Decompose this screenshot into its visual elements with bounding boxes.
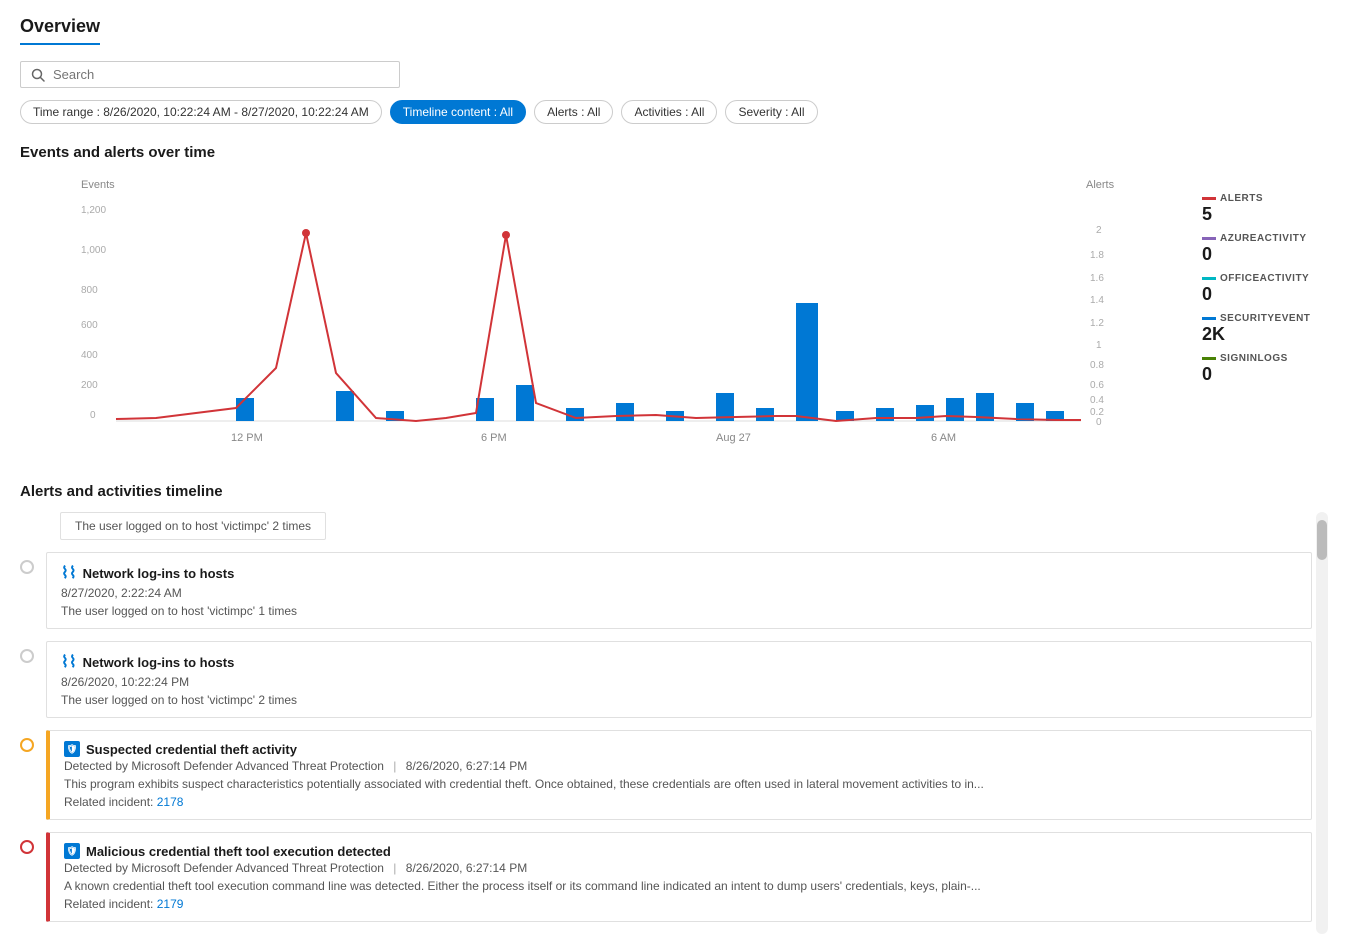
card-title-1: ⌇⌇ Network log-ins to hosts <box>61 563 1297 583</box>
page-title: Overview <box>20 16 100 45</box>
legend-office-activity: OFFICEACTIVITY 0 <box>1202 273 1332 305</box>
svg-text:800: 800 <box>81 285 98 296</box>
timeline-dot-4 <box>20 840 34 854</box>
timeline-dot-3 <box>20 738 34 752</box>
card-related-4: Related incident: 2179 <box>64 897 1297 911</box>
timeline-item-4: 🛡 Malicious credential theft tool execut… <box>20 832 1312 934</box>
svg-text:400: 400 <box>81 350 98 361</box>
svg-text:600: 600 <box>81 320 98 331</box>
timeline-list-container: The user logged on to host 'victimpc' 2 … <box>20 512 1312 934</box>
card-datetime-2: 8/26/2020, 10:22:24 PM <box>61 675 1297 689</box>
svg-text:Events: Events <box>81 179 115 191</box>
timeline-title: Alerts and activities timeline <box>20 483 1332 500</box>
svg-text:0: 0 <box>1096 417 1102 428</box>
svg-text:0: 0 <box>90 410 96 421</box>
legend-signin-logs: SIGNINLOGS 0 <box>1202 353 1332 385</box>
chart-svg: Events 1,200 1,000 800 600 400 200 0 Ale… <box>20 173 1182 453</box>
filter-time-range[interactable]: Time range : 8/26/2020, 10:22:24 AM - 8/… <box>20 100 382 124</box>
svg-text:1.4: 1.4 <box>1090 295 1104 306</box>
timeline-card-2[interactable]: ⌇⌇ Network log-ins to hosts 8/26/2020, 1… <box>46 641 1312 718</box>
legend-azure-activity: AZUREACTIVITY 0 <box>1202 233 1332 265</box>
filters-row: Time range : 8/26/2020, 10:22:24 AM - 8/… <box>20 100 1332 124</box>
search-input-wrapper <box>20 61 400 88</box>
timeline-card-4[interactable]: 🛡 Malicious credential theft tool execut… <box>46 832 1312 922</box>
filter-alerts[interactable]: Alerts : All <box>534 100 613 124</box>
activity-icon-1: ⌇⌇ <box>61 563 77 583</box>
chart-section: Events and alerts over time Events 1,200… <box>20 144 1332 453</box>
timeline-partial-item: The user logged on to host 'victimpc' 2 … <box>60 512 326 540</box>
related-incident-link-3[interactable]: 2178 <box>157 795 184 809</box>
svg-text:2: 2 <box>1096 225 1102 236</box>
timeline-dot-2 <box>20 649 34 663</box>
svg-text:0.4: 0.4 <box>1090 395 1104 406</box>
chart-title: Events and alerts over time <box>20 144 1332 161</box>
svg-text:1: 1 <box>1096 340 1102 351</box>
card-desc-3: This program exhibits suspect characteri… <box>64 777 1297 791</box>
scrollbar-area <box>1316 512 1332 934</box>
card-desc-1: The user logged on to host 'victimpc' 1 … <box>61 604 1297 618</box>
svg-text:1,200: 1,200 <box>81 205 106 216</box>
svg-text:6 AM: 6 AM <box>931 432 956 444</box>
card-title-2: ⌇⌇ Network log-ins to hosts <box>61 652 1297 672</box>
related-incident-link-4[interactable]: 2179 <box>157 897 184 911</box>
filter-timeline-content[interactable]: Timeline content : All <box>390 100 526 124</box>
card-datetime-1: 8/27/2020, 2:22:24 AM <box>61 586 1297 600</box>
svg-text:Aug 27: Aug 27 <box>716 432 751 444</box>
timeline-card-3[interactable]: 🛡 Suspected credential theft activity De… <box>46 730 1312 820</box>
timeline-section: Alerts and activities timeline The user … <box>20 483 1332 934</box>
legend-security-event: SECURITYEVENT 2K <box>1202 313 1332 345</box>
page-container: Overview Time range : 8/26/2020, 10:22:2… <box>0 0 1352 950</box>
scrollbar-thumb[interactable] <box>1317 520 1327 560</box>
timeline-partial-wrapper: The user logged on to host 'victimpc' 2 … <box>20 512 1312 552</box>
shield-icon-3: 🛡 <box>64 741 80 757</box>
svg-text:0.8: 0.8 <box>1090 360 1104 371</box>
search-icon <box>31 68 45 82</box>
card-meta-3: Detected by Microsoft Defender Advanced … <box>64 759 1297 773</box>
svg-text:1,000: 1,000 <box>81 245 106 256</box>
timeline-item-2: ⌇⌇ Network log-ins to hosts 8/26/2020, 1… <box>20 641 1312 730</box>
svg-text:0.6: 0.6 <box>1090 380 1104 391</box>
svg-text:1.8: 1.8 <box>1090 250 1104 261</box>
svg-text:12 PM: 12 PM <box>231 432 263 444</box>
timeline-card-1[interactable]: ⌇⌇ Network log-ins to hosts 8/27/2020, 2… <box>46 552 1312 629</box>
timeline-item-3: 🛡 Suspected credential theft activity De… <box>20 730 1312 832</box>
card-related-3: Related incident: 2178 <box>64 795 1297 809</box>
shield-icon-4: 🛡 <box>64 843 80 859</box>
search-bar <box>20 61 1332 88</box>
filter-severity[interactable]: Severity : All <box>725 100 817 124</box>
svg-text:Alerts: Alerts <box>1086 179 1115 191</box>
card-desc-4: A known credential theft tool execution … <box>64 879 1297 893</box>
svg-text:6 PM: 6 PM <box>481 432 507 444</box>
chart-outer: Events 1,200 1,000 800 600 400 200 0 Ale… <box>20 173 1332 453</box>
svg-text:1.6: 1.6 <box>1090 273 1104 284</box>
legend-alerts: ALERTS 5 <box>1202 193 1332 225</box>
card-title-4: 🛡 Malicious credential theft tool execut… <box>64 843 1297 859</box>
card-meta-4: Detected by Microsoft Defender Advanced … <box>64 861 1297 875</box>
chart-legend: ALERTS 5 AZUREACTIVITY 0 OFFICEACTIVITY <box>1202 173 1332 393</box>
activity-icon-2: ⌇⌇ <box>61 652 77 672</box>
card-title-3: 🛡 Suspected credential theft activity <box>64 741 1297 757</box>
timeline-item-1: ⌇⌇ Network log-ins to hosts 8/27/2020, 2… <box>20 552 1312 641</box>
svg-text:1.2: 1.2 <box>1090 318 1104 329</box>
chart-area: Events 1,200 1,000 800 600 400 200 0 Ale… <box>20 173 1182 453</box>
scrollbar-track <box>1316 512 1328 934</box>
search-input[interactable] <box>53 67 389 82</box>
timeline-content-area: The user logged on to host 'victimpc' 2 … <box>20 512 1332 934</box>
svg-text:200: 200 <box>81 380 98 391</box>
filter-activities[interactable]: Activities : All <box>621 100 717 124</box>
timeline-dot-1 <box>20 560 34 574</box>
card-desc-2: The user logged on to host 'victimpc' 2 … <box>61 693 1297 707</box>
